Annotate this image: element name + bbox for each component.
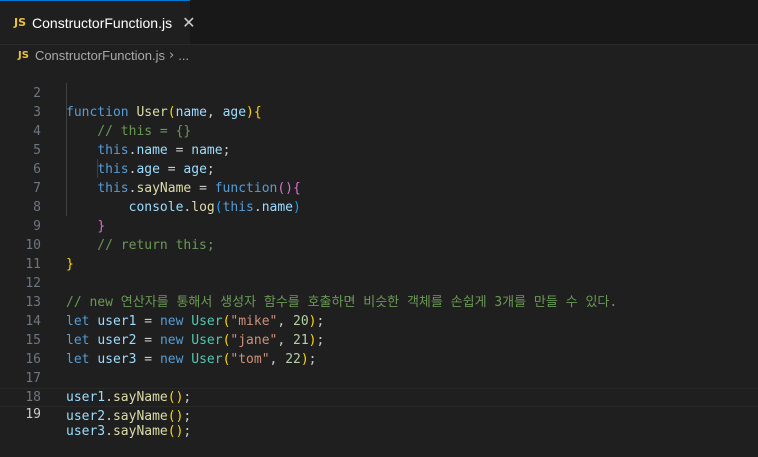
tab-label: ConstructorFunction.js [32, 14, 173, 31]
code-line[interactable]: 7 console.log(this.name) [0, 160, 758, 215]
code-line[interactable]: 15 let user3 = new User("tom", 22); [0, 312, 758, 367]
code-line[interactable]: 13 let user1 = new User("mike", 20); [0, 274, 758, 329]
code-line[interactable]: 6 this.sayName = function(){ [0, 141, 758, 196]
breadcrumb-symbols[interactable]: ... [178, 48, 189, 63]
chevron-right-icon: › [169, 47, 175, 63]
code-line[interactable]: 10 } [0, 217, 758, 272]
breadcrumb: JS ConstructorFunction.js › ... [0, 45, 758, 65]
code-line[interactable]: 17 user1.sayName(); [0, 350, 758, 405]
js-file-icon: JS [14, 16, 27, 29]
code-line[interactable]: 16 [0, 331, 758, 367]
breadcrumb-file[interactable]: ConstructorFunction.js [35, 48, 165, 63]
code-line[interactable]: 5 this.age = age; [0, 122, 758, 177]
code-line[interactable]: 4 this.name = name; [0, 103, 758, 158]
code-line[interactable]: 18 user2.sayName(); [0, 369, 758, 424]
close-icon[interactable]: ✕ [182, 13, 195, 32]
code-line[interactable]: 2 function User(name, age){ [0, 65, 758, 120]
code-editor[interactable]: 2 function User(name, age){ 3 // this = … [0, 65, 758, 439]
code-line-current[interactable]: 19 user3.sayName(); [0, 388, 758, 439]
line-content: user3.sayName(); [66, 424, 192, 439]
code-line[interactable]: 14 let user2 = new User("jane", 21); [0, 293, 758, 348]
line-number: 19 [25, 407, 41, 422]
code-line[interactable]: 11 [0, 236, 758, 272]
code-line[interactable]: 8 } [0, 179, 758, 234]
code-line[interactable]: 9 // return this; [0, 198, 758, 253]
code-line[interactable]: 3 // this = {} [0, 84, 758, 139]
tab-bar: JS ConstructorFunction.js ✕ [0, 0, 758, 45]
editor-tab[interactable]: JS ConstructorFunction.js ✕ [0, 0, 195, 44]
code-line[interactable]: 12 // new 연산자를 통해서 생성자 함수를 호출하면 비슷한 객체를 … [0, 255, 758, 310]
js-file-icon: JS [18, 49, 29, 61]
